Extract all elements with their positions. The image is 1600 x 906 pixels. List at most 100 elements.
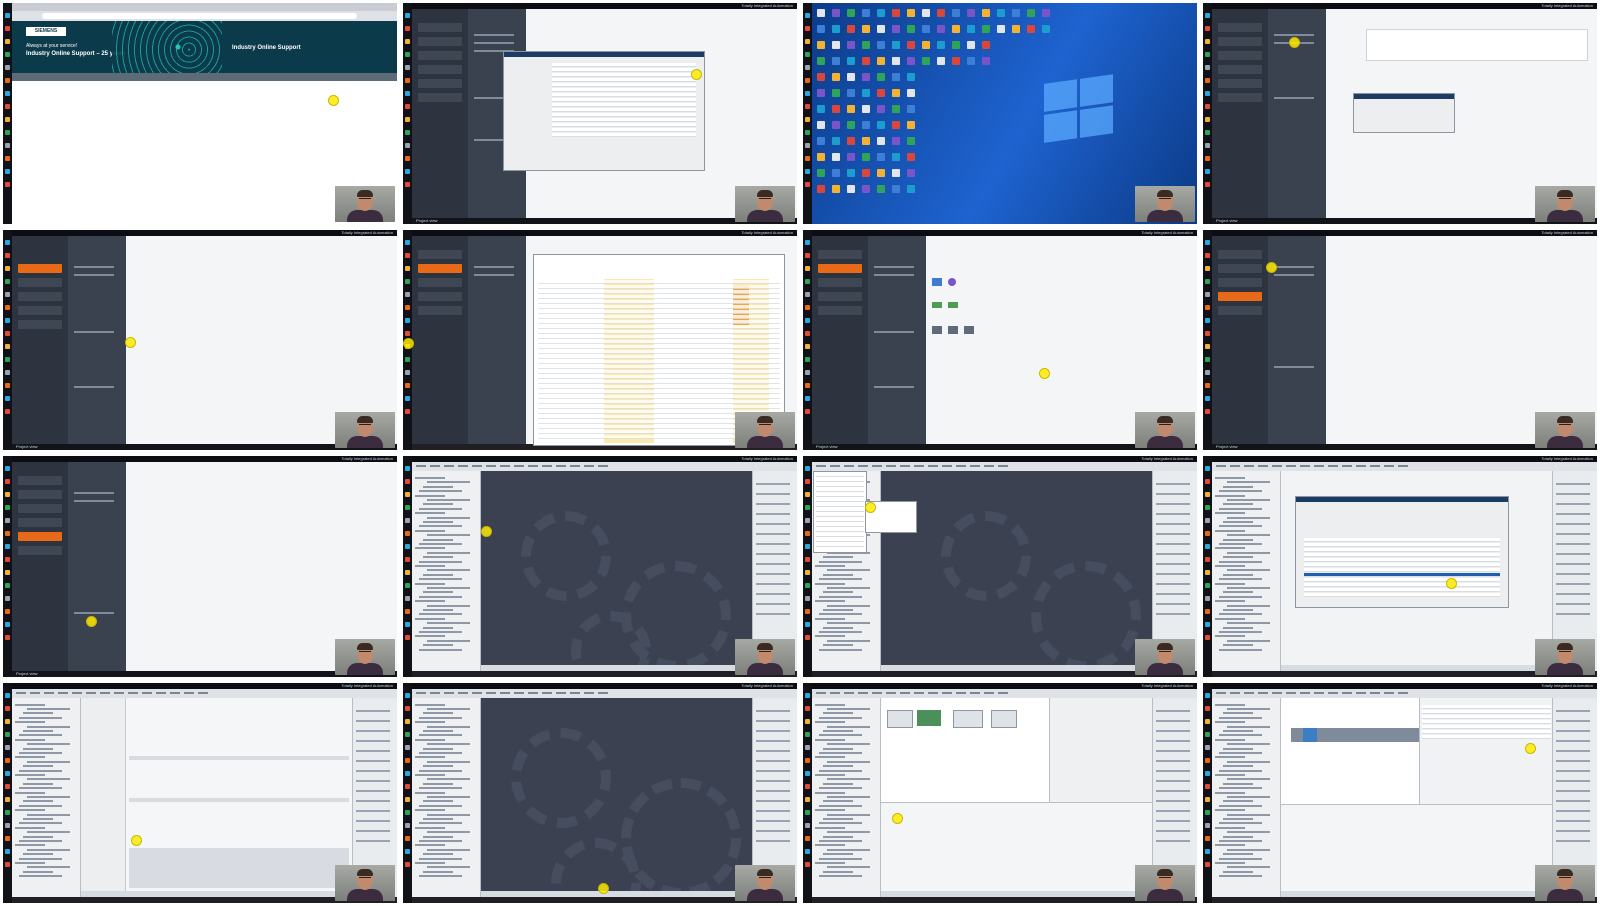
desktop-icon[interactable]	[862, 105, 870, 113]
desktop-icon[interactable]	[892, 41, 900, 49]
desktop-icon[interactable]	[892, 137, 900, 145]
desktop-icon[interactable]	[952, 41, 960, 49]
project-view-link[interactable]: Project view	[1216, 218, 1238, 224]
desktop-icon[interactable]	[832, 105, 840, 113]
desktop-icon[interactable]	[877, 73, 885, 81]
thumbnail-8[interactable]: Totally Integrated Automation Project vi…	[1200, 227, 1600, 454]
desktop-icon[interactable]	[907, 57, 915, 65]
desktop-icon[interactable]	[907, 73, 915, 81]
desktop-icon[interactable]	[907, 185, 915, 193]
desktop-icon[interactable]	[817, 89, 825, 97]
update-dialog[interactable]	[1295, 496, 1509, 608]
thumbnail-10[interactable]: Totally Integrated Automation	[400, 453, 800, 680]
thumbnail-1[interactable]: SIEMENS Always at your service! Industry…	[0, 0, 400, 227]
desktop-icon[interactable]	[877, 41, 885, 49]
project-tree[interactable]	[1212, 697, 1281, 897]
desktop-icon[interactable]	[877, 153, 885, 161]
portal-actions[interactable]	[868, 235, 926, 444]
network-overview[interactable]	[1049, 697, 1153, 803]
desktop-icon[interactable]	[832, 137, 840, 145]
project-view-link[interactable]: Project view	[16, 444, 38, 450]
desktop-icon[interactable]	[937, 41, 945, 49]
portal-actions[interactable]	[68, 462, 126, 671]
desktop-icon[interactable]	[832, 121, 840, 129]
desktop-icon[interactable]	[862, 57, 870, 65]
desktop-icon[interactable]	[892, 169, 900, 177]
desktop-icon[interactable]	[862, 9, 870, 17]
desktop-icon[interactable]	[847, 153, 855, 161]
desktop-icon[interactable]	[847, 73, 855, 81]
portal-nav[interactable]	[12, 235, 68, 444]
desktop-icon[interactable]	[892, 89, 900, 97]
desktop-icon[interactable]	[862, 137, 870, 145]
desktop-icon[interactable]	[877, 25, 885, 33]
thumbnail-14[interactable]: Totally Integrated Automation	[400, 680, 800, 906]
desktop-icon[interactable]	[892, 121, 900, 129]
desktop-icon[interactable]	[847, 41, 855, 49]
desktop-icon[interactable]	[907, 153, 915, 161]
desktop-icon[interactable]	[907, 169, 915, 177]
desktop-icon[interactable]	[832, 9, 840, 17]
desktop-icon[interactable]	[877, 57, 885, 65]
desktop-icon[interactable]	[847, 185, 855, 193]
desktop-icon[interactable]	[832, 153, 840, 161]
portal-nav[interactable]	[1212, 9, 1268, 218]
desktop-icon[interactable]	[877, 185, 885, 193]
desktop-icon[interactable]	[847, 57, 855, 65]
desktop-icon[interactable]	[982, 41, 990, 49]
desktop-icon[interactable]	[847, 9, 855, 17]
desktop-icon[interactable]	[817, 185, 825, 193]
desktop-icon[interactable]	[952, 57, 960, 65]
desktop-icon[interactable]	[967, 9, 975, 17]
project-view-link[interactable]: Project view	[416, 218, 438, 224]
project-view-link[interactable]: Project view	[16, 671, 38, 677]
project-tree[interactable]	[812, 697, 881, 897]
context-menu[interactable]	[813, 471, 867, 553]
desktop-icon[interactable]	[1012, 25, 1020, 33]
desktop-icon[interactable]	[907, 137, 915, 145]
properties-pane[interactable]	[881, 802, 1153, 891]
desktop-icon[interactable]	[877, 89, 885, 97]
desktop-icon[interactable]	[907, 121, 915, 129]
thumbnail-2[interactable]: Totally Integrated Automation Project vi…	[400, 0, 800, 227]
thumbnail-5[interactable]: Totally Integrated Automation Project vi…	[0, 227, 400, 454]
thumbnail-11[interactable]: Totally Integrated Automation	[800, 453, 1200, 680]
properties-pane[interactable]	[1281, 804, 1553, 891]
portal-nav[interactable]	[812, 235, 868, 444]
project-tree[interactable]	[12, 697, 81, 897]
desktop-icon[interactable]	[967, 41, 975, 49]
portal-nav[interactable]	[1212, 235, 1268, 444]
desktop-icon[interactable]	[832, 89, 840, 97]
project-tree[interactable]	[1212, 471, 1281, 671]
desktop-icon[interactable]	[847, 121, 855, 129]
desktop-icon[interactable]	[982, 57, 990, 65]
desktop-icon[interactable]	[892, 185, 900, 193]
desktop-icon[interactable]	[832, 169, 840, 177]
portal-actions[interactable]	[68, 235, 126, 444]
desktop-icon[interactable]	[922, 9, 930, 17]
desktop-icon[interactable]	[892, 9, 900, 17]
desktop-icon[interactable]	[817, 169, 825, 177]
desktop-icon[interactable]	[997, 25, 1005, 33]
portal-nav[interactable]	[412, 9, 468, 218]
desktop-icon[interactable]	[907, 25, 915, 33]
desktop-icon[interactable]	[982, 25, 990, 33]
desktop-icon[interactable]	[817, 41, 825, 49]
project-tree[interactable]	[412, 697, 481, 897]
desktop-icon[interactable]	[907, 41, 915, 49]
desktop-icon[interactable]	[862, 121, 870, 129]
desktop-icon[interactable]	[1027, 9, 1035, 17]
desktop-icon[interactable]	[1042, 25, 1050, 33]
installed-software-dialog[interactable]	[503, 51, 705, 171]
thumbnail-13[interactable]: Totally Integrated Automation	[0, 680, 400, 906]
desktop-icon[interactable]	[937, 25, 945, 33]
desktop-icon[interactable]	[862, 153, 870, 161]
desktop-icon[interactable]	[817, 9, 825, 17]
desktop-icon[interactable]	[832, 25, 840, 33]
portal-actions[interactable]	[468, 235, 526, 444]
desktop-icon[interactable]	[847, 105, 855, 113]
desktop-icon[interactable]	[952, 25, 960, 33]
desktop-icon[interactable]	[847, 169, 855, 177]
desktop-icon[interactable]	[817, 25, 825, 33]
desktop-icon[interactable]	[847, 89, 855, 97]
